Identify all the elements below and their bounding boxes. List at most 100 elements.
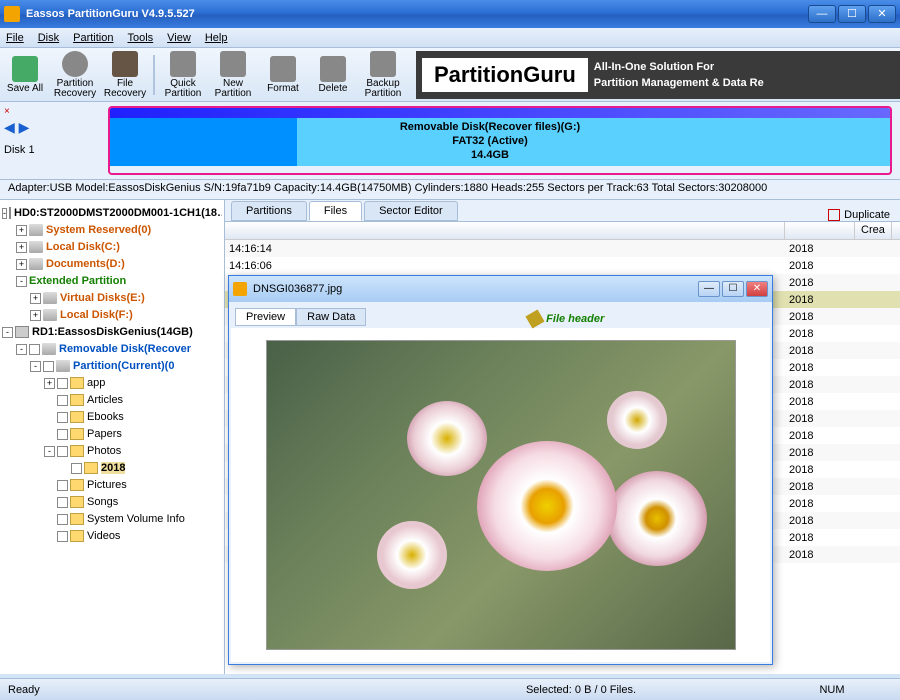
tree-folder-papers[interactable]: Papers <box>2 426 222 442</box>
tree-local-c[interactable]: +Local Disk(C:) <box>2 239 222 255</box>
folder-icon <box>70 530 84 542</box>
file-row[interactable]: 14:16:062018 <box>225 257 900 274</box>
dialog-logo-icon <box>233 282 247 296</box>
partition-recovery-button[interactable]: Partition Recovery <box>50 50 100 100</box>
checkbox[interactable] <box>57 497 68 508</box>
tab-sector-editor[interactable]: Sector Editor <box>364 201 458 221</box>
dialog-maximize-button[interactable]: ☐ <box>722 281 744 297</box>
tab-partitions[interactable]: Partitions <box>231 201 307 221</box>
status-bar: Ready Selected: 0 B / 0 Files. NUM <box>0 678 900 700</box>
delete-button[interactable]: Delete <box>308 50 358 100</box>
toolbar-banner: PartitionGuru All-In-One Solution ForPar… <box>416 51 900 99</box>
tree-rd1[interactable]: -RD1:EassosDiskGenius(14GB) <box>2 324 222 340</box>
duplicate-checkbox[interactable]: Duplicate <box>828 209 890 221</box>
dialog-tab-preview[interactable]: Preview <box>235 308 296 326</box>
menu-bar: File Disk Partition Tools View Help <box>0 28 900 48</box>
tree-removable[interactable]: -Removable Disk(Recover <box>2 341 222 357</box>
checkbox[interactable] <box>57 395 68 406</box>
close-button[interactable]: ✕ <box>868 5 896 23</box>
checkbox[interactable] <box>57 429 68 440</box>
tree-folder-app[interactable]: +app <box>2 375 222 391</box>
checkbox[interactable] <box>43 361 54 372</box>
format-button[interactable]: Format <box>258 50 308 100</box>
tab-files[interactable]: Files <box>309 201 362 221</box>
checkbox-icon <box>828 209 840 221</box>
tree-hd0[interactable]: -HD0:ST2000DMST2000DM001-1CH1(18… <box>2 205 222 221</box>
tree-virtual-e[interactable]: +Virtual Disks(E:) <box>2 290 222 306</box>
volume-icon <box>29 241 43 253</box>
expand-icon[interactable]: - <box>2 208 7 219</box>
expand-icon[interactable]: + <box>16 259 27 270</box>
dialog-tab-raw[interactable]: Raw Data <box>296 308 366 326</box>
menu-tools[interactable]: Tools <box>127 32 153 44</box>
new-partition-icon <box>220 51 246 77</box>
expand-icon[interactable]: - <box>44 446 55 457</box>
expand-icon[interactable]: - <box>16 276 27 287</box>
dialog-titlebar[interactable]: DNSGI036877.jpg — ☐ ✕ <box>229 276 772 302</box>
minimize-button[interactable]: — <box>808 5 836 23</box>
file-recovery-icon <box>112 51 138 77</box>
expand-icon[interactable]: + <box>16 225 27 236</box>
expand-icon[interactable]: - <box>16 344 27 355</box>
save-all-button[interactable]: Save All <box>0 50 50 100</box>
file-row[interactable]: 14:16:142018 <box>225 240 900 257</box>
image-preview <box>266 340 736 650</box>
tree-extended[interactable]: -Extended Partition <box>2 273 222 289</box>
tree-folder-svi[interactable]: System Volume Info <box>2 511 222 527</box>
folder-icon <box>70 479 84 491</box>
window-titlebar: Eassos PartitionGuru V4.9.5.527 — ☐ ✕ <box>0 0 900 28</box>
quick-partition-button[interactable]: Quick Partition <box>158 50 208 100</box>
folder-icon <box>70 445 84 457</box>
toolbar: Save All Partition Recovery File Recover… <box>0 48 900 102</box>
disk-nav-arrows[interactable]: ◀ ▶ <box>4 119 96 136</box>
backup-partition-button[interactable]: Backup Partition <box>358 50 408 100</box>
tree-folder-videos[interactable]: Videos <box>2 528 222 544</box>
tree-documents-d[interactable]: +Documents(D:) <box>2 256 222 272</box>
dialog-close-button[interactable]: ✕ <box>746 281 768 297</box>
checkbox[interactable] <box>57 412 68 423</box>
dialog-body <box>231 328 770 662</box>
expand-icon[interactable]: - <box>30 361 41 372</box>
folder-icon <box>70 513 84 525</box>
folder-icon <box>70 496 84 508</box>
tree-folder-articles[interactable]: Articles <box>2 392 222 408</box>
tree-folder-photos[interactable]: -Photos <box>2 443 222 459</box>
checkbox[interactable] <box>71 463 82 474</box>
tree-folder-ebooks[interactable]: Ebooks <box>2 409 222 425</box>
expand-icon[interactable]: + <box>44 378 55 389</box>
menu-partition[interactable]: Partition <box>73 32 113 44</box>
menu-file[interactable]: File <box>6 32 24 44</box>
checkbox[interactable] <box>57 531 68 542</box>
disk-tree: -HD0:ST2000DMST2000DM001-1CH1(18… +Syste… <box>0 200 225 674</box>
expand-icon[interactable]: - <box>2 327 13 338</box>
volume-icon <box>43 292 57 304</box>
toolbar-separator <box>153 55 155 95</box>
maximize-button[interactable]: ☐ <box>838 5 866 23</box>
tree-folder-songs[interactable]: Songs <box>2 494 222 510</box>
quick-partition-icon <box>170 51 196 77</box>
checkbox[interactable] <box>29 344 40 355</box>
checkbox[interactable] <box>57 378 68 389</box>
tree-sys-reserved[interactable]: +System Reserved(0) <box>2 222 222 238</box>
tree-partition-current[interactable]: -Partition(Current)(0 <box>2 358 222 374</box>
menu-view[interactable]: View <box>167 32 191 44</box>
disk-label: Disk 1 <box>4 144 96 156</box>
folder-icon <box>70 377 84 389</box>
checkbox[interactable] <box>57 446 68 457</box>
expand-icon[interactable]: + <box>30 293 41 304</box>
checkbox[interactable] <box>57 514 68 525</box>
disk-panel-close[interactable]: × <box>4 106 96 117</box>
menu-help[interactable]: Help <box>205 32 228 44</box>
volume-icon <box>56 360 70 372</box>
menu-disk[interactable]: Disk <box>38 32 59 44</box>
new-partition-button[interactable]: New Partition <box>208 50 258 100</box>
file-recovery-button[interactable]: File Recovery <box>100 50 150 100</box>
tree-folder-pictures[interactable]: Pictures <box>2 477 222 493</box>
file-header-label: File header <box>366 312 766 326</box>
tree-folder-2018[interactable]: 2018 <box>2 460 222 476</box>
dialog-minimize-button[interactable]: — <box>698 281 720 297</box>
expand-icon[interactable]: + <box>16 242 27 253</box>
checkbox[interactable] <box>57 480 68 491</box>
tree-local-f[interactable]: +Local Disk(F:) <box>2 307 222 323</box>
expand-icon[interactable]: + <box>30 310 41 321</box>
